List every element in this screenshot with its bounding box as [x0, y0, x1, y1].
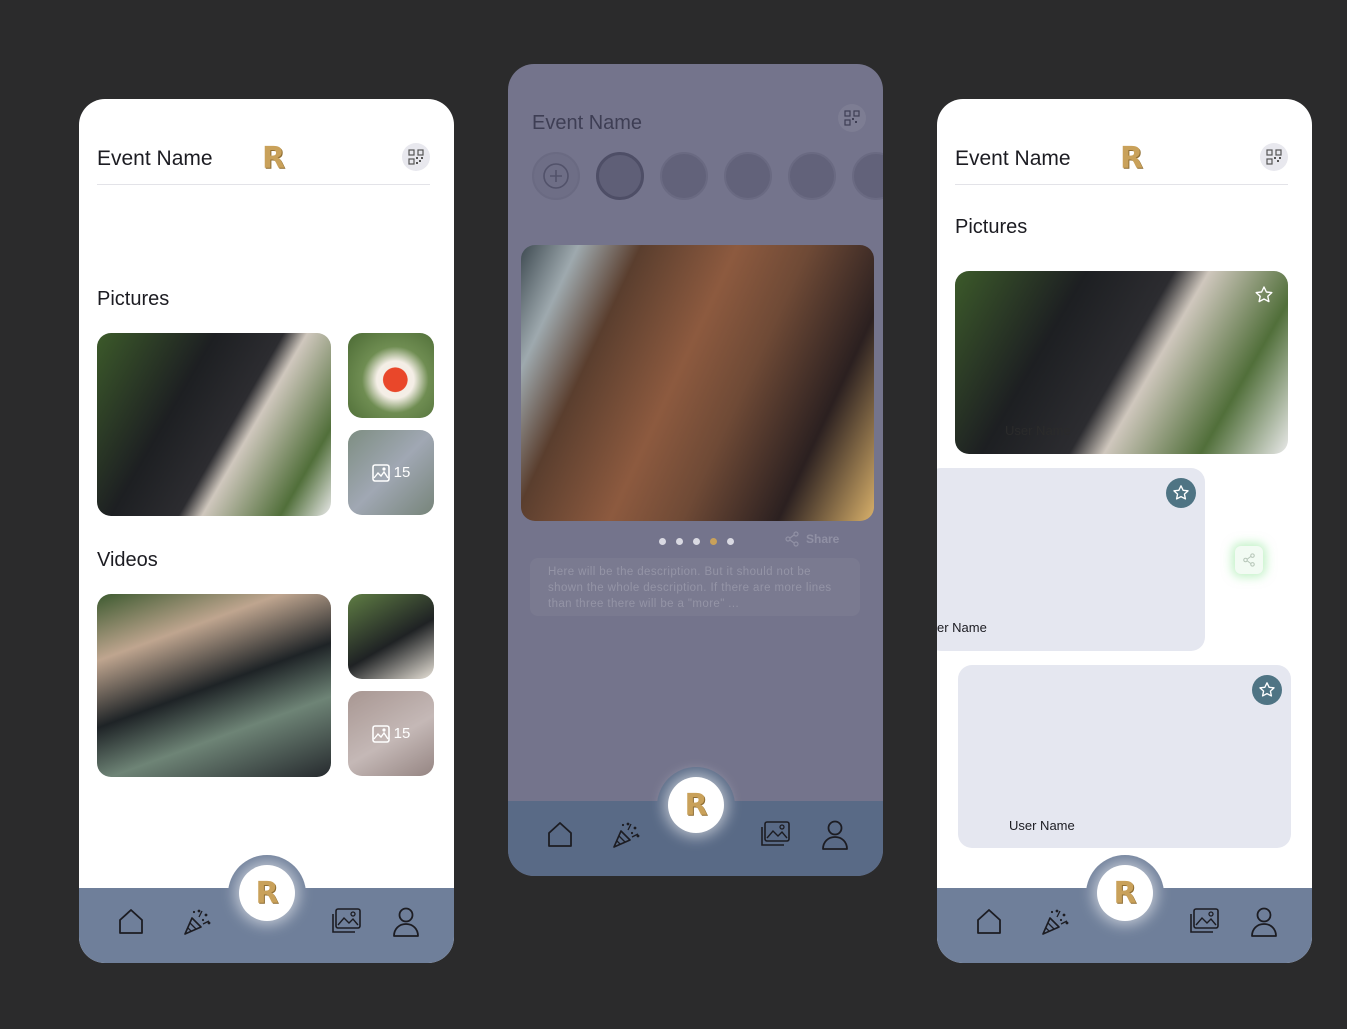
event-title: Event Name — [955, 147, 1071, 170]
share-label: Share — [806, 532, 840, 546]
qr-code-icon[interactable] — [838, 104, 866, 132]
videos-heading: Videos — [97, 549, 158, 571]
star-icon[interactable] — [1254, 285, 1274, 305]
brand-logo: R — [684, 787, 708, 823]
description-text: Here will be the description. But it sho… — [548, 566, 832, 610]
event-title: Event Name — [532, 112, 643, 134]
picture-card[interactable]: er Name — [937, 468, 1205, 651]
home-icon[interactable] — [975, 906, 1003, 936]
user-name: er Name — [937, 620, 987, 635]
center-logo-button[interactable]: R — [1097, 865, 1153, 921]
user-icon[interactable] — [392, 906, 420, 938]
gallery-icon[interactable] — [759, 819, 791, 849]
user-name: User Name — [1005, 423, 1071, 438]
user-icon[interactable] — [1250, 906, 1278, 938]
party-photo[interactable] — [521, 245, 874, 521]
pictures-heading: Pictures — [97, 288, 170, 310]
carousel-dot[interactable] — [659, 538, 666, 545]
gallery-icon — [371, 724, 390, 743]
qr-code-icon[interactable] — [1260, 143, 1288, 171]
share-button[interactable]: Share — [784, 531, 839, 547]
share-icon — [785, 531, 799, 547]
party-popper-icon[interactable] — [1039, 906, 1071, 938]
wedding-couple-photo[interactable] — [97, 333, 331, 516]
toast-video-thumb[interactable] — [348, 594, 434, 679]
brand-logo: R — [255, 875, 279, 911]
carousel-dot[interactable] — [693, 538, 700, 545]
center-logo-button[interactable]: R — [668, 777, 724, 833]
share-icon — [1243, 553, 1255, 567]
party-popper-icon[interactable] — [181, 906, 213, 938]
favorite-button[interactable] — [1252, 675, 1282, 705]
gallery-icon — [371, 463, 390, 482]
story-avatar[interactable] — [660, 152, 708, 200]
pictures-list-screen: Event Name R Pictures User Name er Name … — [937, 99, 1312, 963]
videos-count: 15 — [393, 725, 411, 742]
wedding-couple-photo[interactable]: User Name — [955, 271, 1288, 454]
picture-card[interactable]: User Name — [958, 665, 1291, 848]
brand-logo: R — [1120, 141, 1144, 176]
share-button[interactable] — [1235, 546, 1263, 574]
gallery-icon[interactable] — [330, 906, 362, 936]
header: Event Name R — [97, 141, 430, 185]
description-box[interactable]: Here will be the description. But it sho… — [530, 558, 860, 616]
carousel-dot-active[interactable] — [710, 538, 717, 545]
star-icon — [1259, 682, 1275, 697]
toast-video[interactable] — [97, 594, 331, 777]
home-icon[interactable] — [117, 906, 145, 936]
story-avatar[interactable] — [788, 152, 836, 200]
more-pictures-tile[interactable]: 15 — [348, 430, 434, 515]
more-videos-tile[interactable]: 15 — [348, 691, 434, 776]
favorite-button[interactable] — [1166, 478, 1196, 508]
user-name: User Name — [1009, 818, 1075, 833]
home-icon[interactable] — [546, 819, 574, 849]
carousel-dot[interactable] — [727, 538, 734, 545]
story-avatar[interactable] — [596, 152, 644, 200]
carousel-dot[interactable] — [676, 538, 683, 545]
gallery-icon[interactable] — [1188, 906, 1220, 936]
story-avatar[interactable] — [852, 152, 883, 200]
pictures-count: 15 — [393, 464, 411, 481]
user-icon[interactable] — [821, 819, 849, 851]
party-popper-icon[interactable] — [610, 819, 642, 851]
bouquet-photo[interactable] — [348, 333, 434, 418]
photo-viewer-screen: Event Name Share Here will be the descri… — [508, 64, 883, 876]
pictures-heading: Pictures — [955, 216, 1028, 238]
star-icon — [1173, 485, 1189, 500]
story-avatar[interactable] — [724, 152, 772, 200]
qr-code-icon[interactable] — [402, 143, 430, 171]
center-logo-button[interactable]: R — [239, 865, 295, 921]
header: Event Name R — [955, 141, 1288, 185]
event-title: Event Name — [97, 147, 213, 170]
brand-logo: R — [1113, 875, 1137, 911]
brand-logo: R — [262, 141, 286, 176]
plus-icon — [543, 163, 569, 189]
add-story-button[interactable] — [532, 152, 580, 200]
event-screen: Event Name R Pictures 15 Videos 15 R — [79, 99, 454, 963]
